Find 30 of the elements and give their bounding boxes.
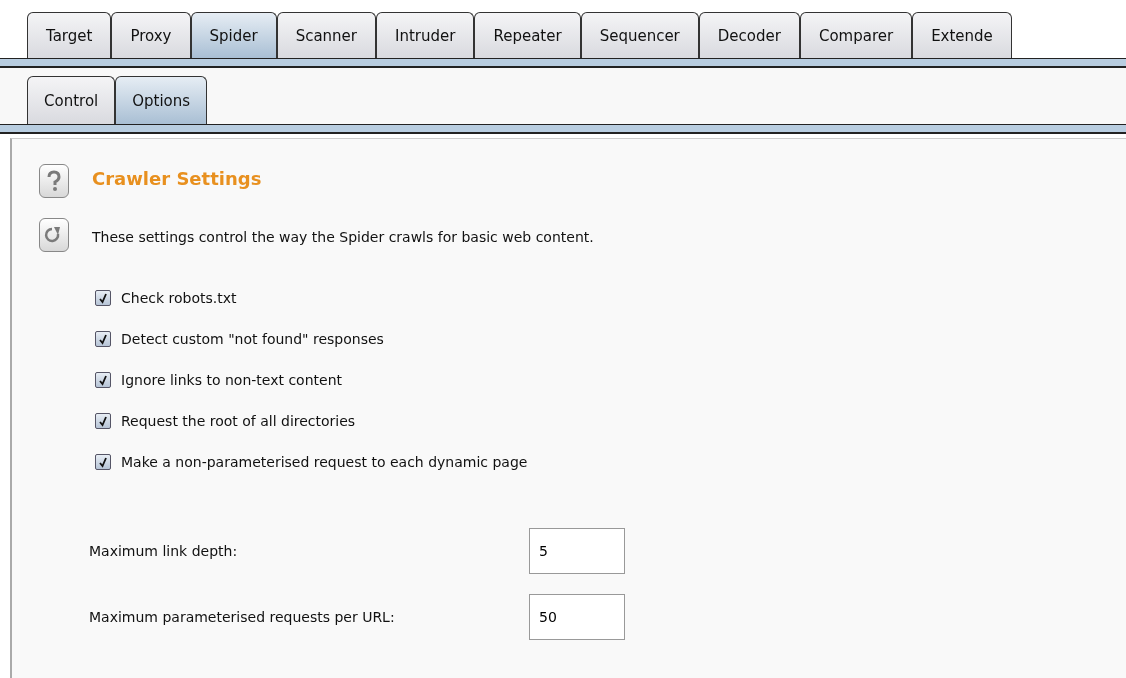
checkbox-label: Check robots.txt: [121, 290, 237, 306]
tab[interactable]: Options: [115, 76, 208, 124]
tab[interactable]: Intruder: [376, 12, 475, 58]
tab[interactable]: Comparer: [799, 12, 913, 58]
restore-defaults-button[interactable]: [39, 218, 69, 252]
tab[interactable]: Extende: [912, 12, 1012, 58]
tab[interactable]: Decoder: [698, 12, 800, 58]
checkbox-label: Make a non-parameterised request to each dynamic page: [121, 454, 528, 470]
checkbox[interactable]: [95, 331, 111, 347]
checkbox[interactable]: [95, 454, 111, 470]
tab[interactable]: Target: [27, 12, 112, 58]
tab[interactable]: Proxy: [111, 12, 191, 58]
checkbox[interactable]: [95, 413, 111, 429]
tab[interactable]: Sequencer: [580, 12, 699, 58]
section-description: These settings control the way the Spider crawls for basic web content.: [92, 229, 595, 245]
checkbox[interactable]: [95, 290, 111, 306]
help-button[interactable]: [39, 164, 69, 198]
tab[interactable]: Spider: [190, 12, 277, 58]
checkbox[interactable]: [95, 372, 111, 388]
field-label: Maximum parameterised requests per URL:: [89, 609, 396, 625]
checkbox-label: Request the root of all directories: [121, 413, 356, 429]
tab[interactable]: Control: [27, 76, 116, 124]
field-label: Maximum link depth:: [89, 543, 239, 559]
section-title: Crawler Settings: [92, 168, 263, 189]
checkbox-label: Ignore links to non-text content: [121, 372, 343, 388]
input-field[interactable]: 5: [529, 528, 625, 574]
tab[interactable]: Repeater: [474, 12, 581, 58]
input-field[interactable]: 50: [529, 594, 625, 640]
checkbox-label: Detect custom "not found" responses: [121, 331, 384, 347]
tab[interactable]: Scanner: [276, 12, 376, 58]
